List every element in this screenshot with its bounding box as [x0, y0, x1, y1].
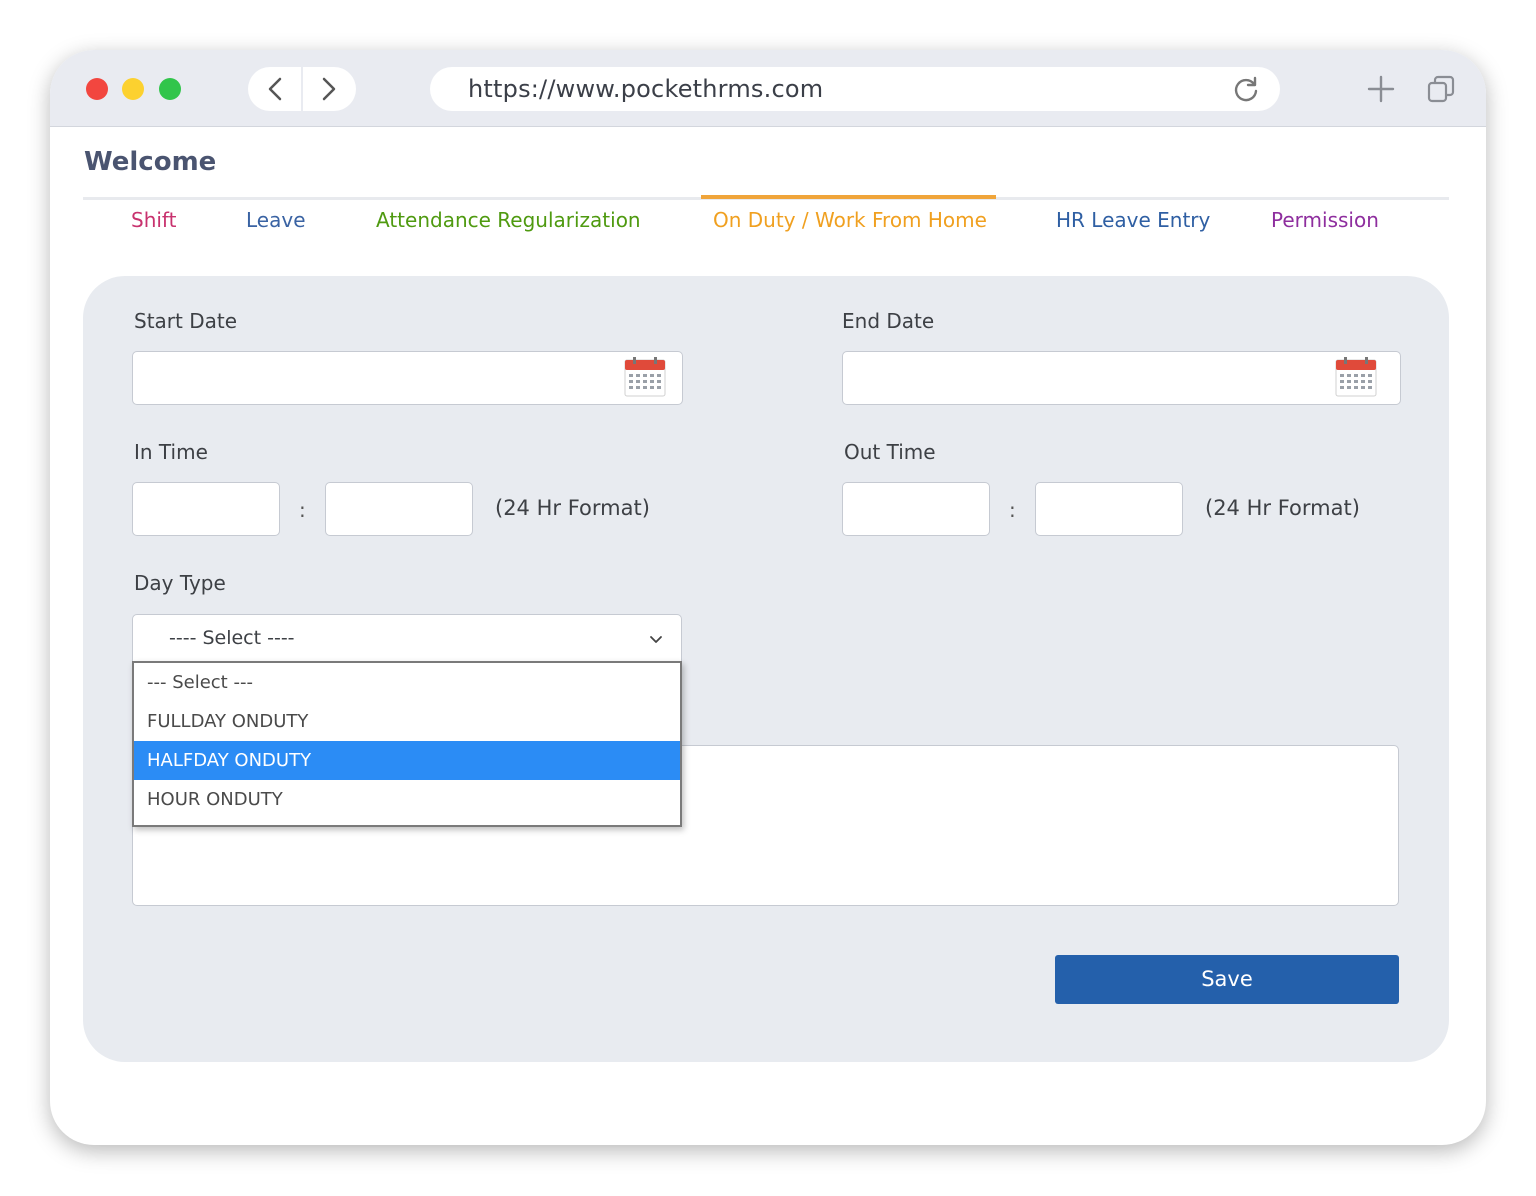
tab-leave[interactable]: Leave — [246, 208, 306, 232]
day-type-option-halfday[interactable]: HALFDAY ONDUTY — [134, 741, 680, 780]
tab-on-duty-work-from-home[interactable]: On Duty / Work From Home — [701, 195, 996, 232]
calendar-icon[interactable] — [624, 357, 666, 397]
chevron-left-icon — [268, 77, 282, 101]
tabs-overview-icon[interactable] — [1426, 74, 1456, 104]
in-time-minute-input[interactable] — [325, 482, 473, 536]
end-date-field[interactable] — [842, 351, 1401, 405]
tab-hr-leave-entry[interactable]: HR Leave Entry — [1056, 208, 1210, 232]
browser-window: https://www.pockethrms.com Welcome Shift… — [50, 50, 1486, 1145]
browser-nav-group — [248, 67, 356, 111]
day-type-label: Day Type — [134, 571, 226, 595]
reload-icon[interactable] — [1232, 75, 1260, 103]
save-button[interactable]: Save — [1055, 955, 1399, 1004]
close-window-button[interactable] — [86, 78, 108, 100]
in-time-label: In Time — [134, 440, 208, 464]
back-button[interactable] — [248, 67, 302, 111]
chevron-right-icon — [322, 77, 336, 101]
forward-button[interactable] — [302, 67, 356, 111]
page-title: Welcome — [84, 147, 217, 177]
day-type-dropdown: --- Select --- FULLDAY ONDUTY HALFDAY ON… — [132, 661, 682, 827]
end-date-label: End Date — [842, 309, 935, 333]
out-time-format-hint: (24 Hr Format) — [1205, 496, 1360, 520]
in-time-separator: : — [299, 498, 306, 522]
start-date-label: Start Date — [134, 309, 238, 333]
out-time-minute-input[interactable] — [1035, 482, 1183, 536]
day-type-option-fullday[interactable]: FULLDAY ONDUTY — [134, 702, 680, 741]
browser-titlebar: https://www.pockethrms.com — [50, 50, 1486, 127]
maximize-window-button[interactable] — [159, 78, 181, 100]
on-duty-form: Start Date End Date In Time: (24 Hr For… — [83, 276, 1449, 1062]
day-type-selected-value: ---- Select ---- — [169, 627, 295, 649]
tab-permission[interactable]: Permission — [1271, 208, 1379, 232]
out-time-separator: : — [1009, 498, 1016, 522]
tab-attendance-regularization[interactable]: Attendance Regularization — [376, 208, 641, 232]
day-type-option-hour[interactable]: HOUR ONDUTY — [134, 780, 680, 819]
calendar-icon[interactable] — [1335, 357, 1377, 397]
out-time-hour-input[interactable] — [842, 482, 990, 536]
in-time-format-hint: (24 Hr Format) — [495, 496, 650, 520]
tab-shift[interactable]: Shift — [131, 208, 176, 232]
day-type-option-select[interactable]: --- Select --- — [134, 663, 680, 702]
minimize-window-button[interactable] — [122, 78, 144, 100]
in-time-hour-input[interactable] — [132, 482, 280, 536]
chevron-down-icon — [650, 636, 662, 643]
out-time-label: Out Time — [844, 440, 936, 464]
new-tab-icon[interactable] — [1366, 74, 1396, 104]
url-text[interactable]: https://www.pockethrms.com — [468, 75, 823, 103]
day-type-select[interactable]: ---- Select ---- — [132, 614, 682, 662]
start-date-field[interactable] — [132, 351, 683, 405]
address-bar[interactable]: https://www.pockethrms.com — [430, 67, 1280, 111]
